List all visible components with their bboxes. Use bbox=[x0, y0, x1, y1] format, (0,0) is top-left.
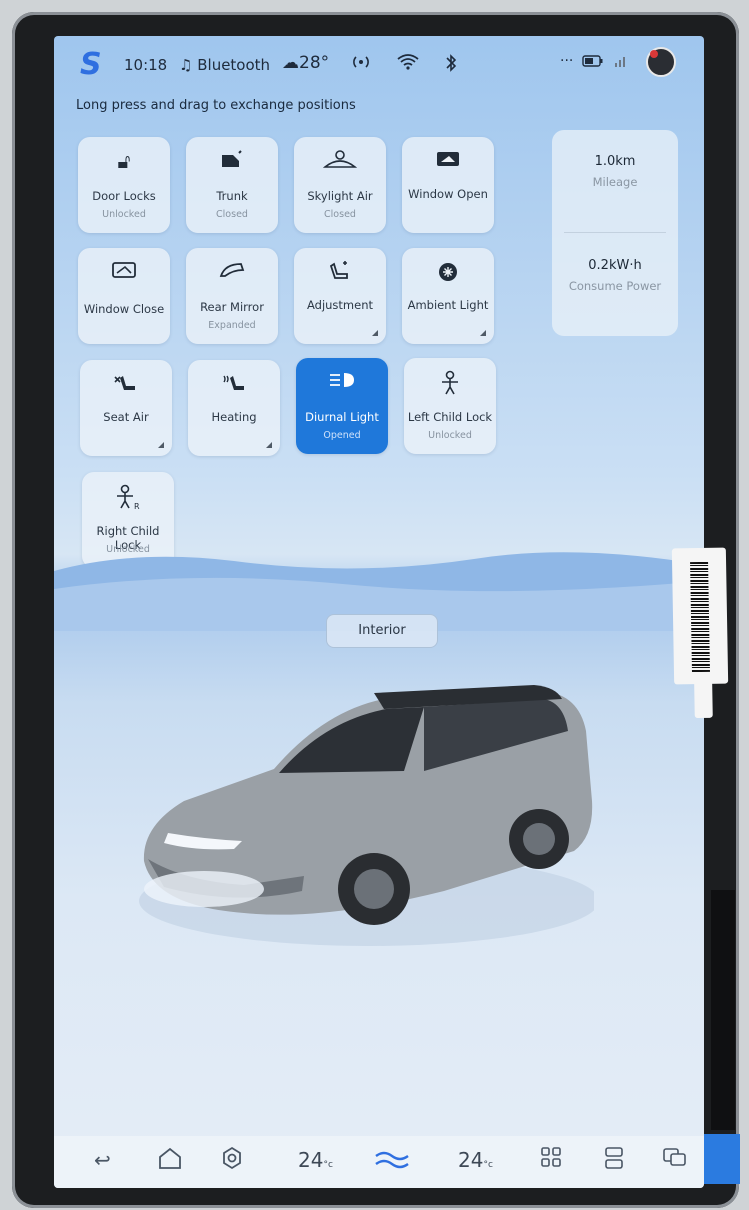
tile-window-open[interactable]: Window Open bbox=[402, 137, 494, 233]
screen: S 10:18 ♫ Bluetooth ☁28° ··· Long press … bbox=[54, 36, 704, 1188]
expand-corner-icon bbox=[266, 442, 272, 448]
weather-temp: 28° bbox=[299, 53, 330, 73]
back-icon[interactable]: ↩ bbox=[94, 1146, 111, 1174]
tile-window-close[interactable]: Window Close bbox=[78, 248, 170, 344]
settings-icon[interactable] bbox=[220, 1146, 244, 1177]
tile-label: Door Locks bbox=[92, 189, 156, 203]
more-icon[interactable]: ··· bbox=[560, 53, 573, 69]
tile-label: Left Child Lock bbox=[407, 410, 493, 424]
bottom-dock: ↩ 24°c 24°c bbox=[54, 1136, 704, 1188]
cloud-icon: ☁ bbox=[282, 53, 299, 73]
tile-adjustment[interactable]: Adjustment bbox=[294, 248, 386, 344]
trip-stats-card[interactable]: 1.0km Mileage 0.2kW·h Consume Power bbox=[552, 130, 678, 336]
tile-rear-mirror[interactable]: Rear Mirror Expanded bbox=[186, 248, 278, 344]
expand-corner-icon bbox=[372, 330, 378, 336]
mileage-label: Mileage bbox=[592, 175, 638, 189]
seat-air-icon bbox=[80, 372, 172, 399]
tile-label: Heating bbox=[211, 410, 257, 424]
bluetooth-music[interactable]: ♫ Bluetooth bbox=[179, 56, 270, 74]
tile-label: Ambient Light bbox=[407, 298, 489, 312]
tile-skylight-air[interactable]: Skylight Air Closed bbox=[294, 137, 386, 233]
seat-adjust-icon bbox=[294, 260, 386, 287]
tile-label: Adjustment bbox=[306, 298, 374, 312]
temp-right-value: 24 bbox=[458, 1148, 484, 1172]
app-logo-icon[interactable]: S bbox=[80, 50, 102, 80]
music-note-icon: ♫ bbox=[179, 56, 193, 74]
lock-icon: 🔓︎ bbox=[117, 149, 131, 173]
window-open-icon bbox=[402, 149, 494, 174]
tile-status: Unlocked bbox=[102, 209, 146, 220]
seat-heating-icon bbox=[188, 372, 280, 399]
tile-ambient-light[interactable]: Ambient Light bbox=[402, 248, 494, 344]
status-bar: S 10:18 ♫ Bluetooth ☁28° ··· bbox=[54, 36, 704, 86]
signal-icon bbox=[614, 53, 628, 73]
weather[interactable]: ☁28° bbox=[282, 53, 329, 73]
mileage-value: 1.0km bbox=[594, 154, 636, 169]
tile-trunk[interactable]: Trunk Closed bbox=[186, 137, 278, 233]
bluetooth-label: Bluetooth bbox=[197, 56, 271, 74]
ambient-light-icon bbox=[402, 260, 494, 289]
home-icon[interactable] bbox=[157, 1146, 183, 1177]
interior-button[interactable]: Interior bbox=[326, 614, 438, 648]
tile-label: Trunk bbox=[216, 189, 248, 203]
tile-label: Window Close bbox=[83, 302, 165, 316]
hotspot-icon[interactable] bbox=[350, 53, 372, 76]
temp-unit: °c bbox=[483, 1160, 493, 1170]
tile-heating[interactable]: Heating bbox=[188, 360, 280, 456]
avatar[interactable] bbox=[646, 47, 676, 77]
tile-door-locks[interactable]: 🔓︎ Door Locks Unlocked bbox=[78, 137, 170, 233]
tile-status: Opened bbox=[323, 430, 361, 441]
tile-diurnal-light[interactable]: Diurnal Light Opened bbox=[296, 358, 388, 454]
skylight-icon bbox=[294, 149, 386, 176]
trunk-icon bbox=[186, 149, 278, 176]
temp-left-value: 24 bbox=[298, 1148, 324, 1172]
expand-corner-icon bbox=[480, 330, 486, 336]
sticker-tab bbox=[694, 677, 713, 719]
child-lock-icon bbox=[404, 370, 496, 401]
temp-right[interactable]: 24°c bbox=[458, 1146, 493, 1179]
battery-icon bbox=[582, 53, 604, 73]
drag-hint: Long press and drag to exchange position… bbox=[76, 98, 356, 113]
tile-status: Closed bbox=[216, 209, 248, 220]
corner-marker bbox=[704, 1134, 740, 1184]
power-label: Consume Power bbox=[568, 279, 662, 293]
app-grid-icon[interactable] bbox=[540, 1146, 562, 1175]
child-lock-icon: R bbox=[82, 484, 174, 515]
wifi-icon[interactable] bbox=[396, 53, 420, 76]
barcode bbox=[690, 561, 710, 673]
climate-icon[interactable] bbox=[372, 1146, 412, 1179]
tile-label: Seat Air bbox=[103, 410, 149, 424]
tile-status: Expanded bbox=[208, 320, 256, 331]
clock: 10:18 bbox=[124, 56, 168, 74]
divider bbox=[564, 232, 666, 233]
tile-label: Skylight Air bbox=[307, 189, 373, 203]
bluetooth-icon[interactable] bbox=[444, 53, 458, 78]
temp-unit: °c bbox=[323, 1160, 333, 1170]
tile-status: Closed bbox=[324, 209, 356, 220]
side-label bbox=[711, 890, 735, 1130]
tile-seat-air[interactable]: Seat Air bbox=[80, 360, 172, 456]
temp-left[interactable]: 24°c bbox=[298, 1146, 333, 1179]
svg-text:R: R bbox=[134, 502, 140, 510]
split-screen-icon[interactable] bbox=[604, 1146, 624, 1177]
tile-label: Window Open bbox=[408, 187, 488, 201]
barcode-sticker bbox=[671, 547, 729, 719]
mirror-icon bbox=[186, 260, 278, 285]
multi-window-icon[interactable] bbox=[662, 1146, 688, 1175]
expand-corner-icon bbox=[158, 442, 164, 448]
tile-status: Unlocked bbox=[428, 430, 472, 441]
diurnal-light-icon bbox=[296, 370, 388, 395]
power-value: 0.2kW·h bbox=[588, 258, 642, 273]
window-close-icon bbox=[78, 260, 170, 285]
car-image bbox=[139, 685, 594, 946]
tile-label: Diurnal Light bbox=[305, 410, 379, 424]
tile-label: Rear Mirror bbox=[200, 300, 264, 314]
tile-left-child-lock[interactable]: Left Child Lock Unlocked bbox=[404, 358, 496, 454]
